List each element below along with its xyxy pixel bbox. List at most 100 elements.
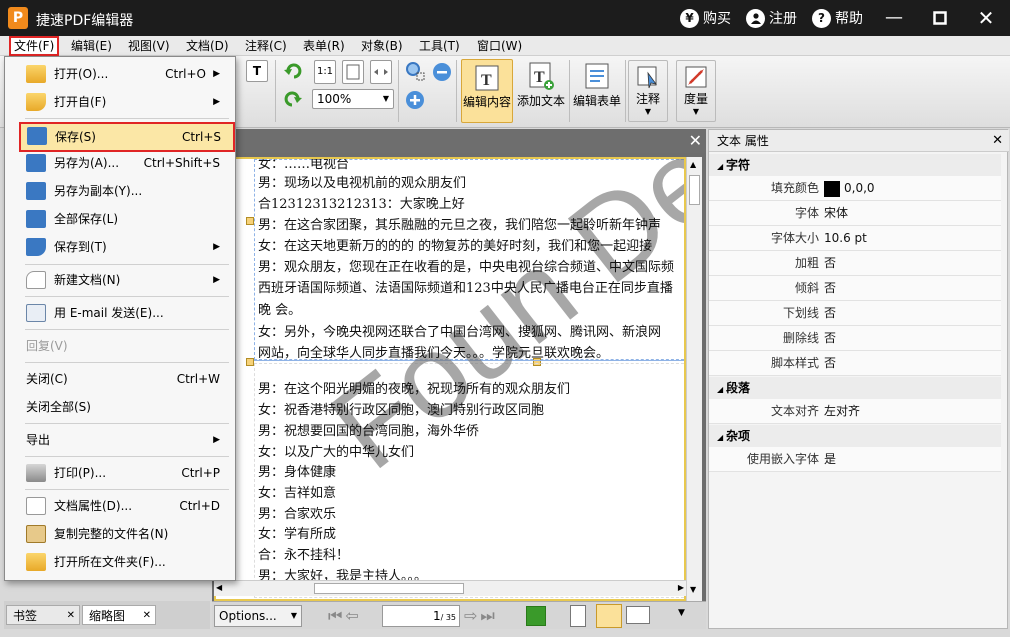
buy-link[interactable]: ¥ 购买 [680,8,731,28]
prop-strikethrough[interactable]: 删除线 否 [709,326,1001,351]
menu-save-copy[interactable]: 另存为副本(Y)... [6,178,234,204]
options-dropdown[interactable]: Options... ▼ [214,605,302,627]
menu-document-properties[interactable]: 文档属性(D)... Ctrl+D [6,493,234,519]
resize-handle[interactable] [246,358,254,366]
prop-bold[interactable]: 加粗 否 [709,251,1001,276]
zoom-select[interactable]: 100% ▼ [312,89,394,109]
prop-font-size[interactable]: 字体大小 10.6 pt [709,226,1001,251]
edit-content-icon: T [475,65,499,91]
section-character[interactable]: ◢ 字符 [709,154,1001,176]
measure-button[interactable]: 度量 ▼ [676,60,716,122]
menu-view[interactable]: 视图(V) [125,37,173,55]
scroll-up-icon[interactable]: ▲ [690,160,696,169]
menu-object[interactable]: 对象(B) [358,37,406,55]
menu-open-containing-folder[interactable]: 打开所在文件夹(F)... [6,549,234,575]
menu-close-all[interactable]: 关闭全部(S) [6,394,234,420]
doc-line: 男：合家欢乐 [258,507,337,522]
prop-underline[interactable]: 下划线 否 [709,301,1001,326]
zoom-in-marquee-button[interactable] [404,60,426,82]
document-properties-icon [26,497,46,515]
menu-file[interactable]: 文件(F) [9,36,60,56]
actual-size-button[interactable]: 1:1 [314,60,336,84]
prop-font[interactable]: 字体 宋体 [709,201,1001,226]
menu-window[interactable]: 窗口(W) [474,37,525,55]
prop-script-style[interactable]: 脚本样式 否 [709,351,1001,376]
chevron-down-icon[interactable]: ▼ [678,608,685,618]
edit-form-button[interactable]: 编辑表单 [571,62,623,109]
menu-open[interactable]: 打开(O)... Ctrl+O ▶ [6,61,234,87]
close-icon[interactable]: ✕ [143,606,151,626]
document-page[interactable]: Foun De 女：……电视台 男：现场以及电视机前的观众朋友们 合123123… [214,157,686,601]
prop-text-align[interactable]: 文本对齐 左对齐 [709,399,1001,424]
vertical-scroll-thumb[interactable] [689,175,700,205]
menu-copy-full-filename[interactable]: 复制完整的文件名(N) [6,521,234,547]
comment-button[interactable]: 注释 ▼ [628,60,668,122]
close-window-button[interactable]: ✕ [972,6,1000,30]
edit-form-label: 编辑表单 [572,94,621,108]
menu-comment[interactable]: 注释(C) [242,37,290,55]
close-icon[interactable]: ✕ [992,130,1003,152]
menu-new-document[interactable]: 新建文档(N) ▶ [6,267,234,293]
prop-value: 否 [824,331,837,345]
fit-width-button[interactable] [370,60,392,84]
menu-print[interactable]: 打印(P)... Ctrl+P [6,460,234,486]
continuous-view-icon[interactable] [596,604,622,628]
menu-edit[interactable]: 编辑(E) [68,37,115,55]
doc-line: 男：身体健康 [258,465,337,480]
doc-line: 女：另外，今晚央视网还联合了中国台湾网、搜狐网、腾讯网、新浪网 [258,325,662,340]
menu-save-all[interactable]: 全部保存(L) [6,206,234,232]
menu-open-from[interactable]: 打开自(F) ▶ [6,89,234,115]
tab-bookmarks[interactable]: 书签 ✕ [6,605,80,625]
menu-label: 打开自(F) [54,95,107,109]
prop-value: 是 [824,452,837,466]
nav-forward-icons[interactable]: ⇨⏭ [464,606,498,626]
text-select-tool[interactable]: T [246,60,268,82]
rotate-cw-button[interactable] [282,60,304,82]
page-number-input[interactable]: 1/ 35 [382,605,460,627]
new-document-icon [26,271,46,289]
add-text-button[interactable]: T 添加文本 [515,62,567,109]
two-page-view-icon[interactable] [626,606,650,624]
zoom-out-button[interactable] [431,61,453,83]
prop-embedded-font[interactable]: 使用嵌入字体 是 [709,447,1001,472]
menu-shortcut: Ctrl+D [179,499,220,513]
register-link[interactable]: 注册 [746,8,797,28]
menu-send-email[interactable]: 用 E-mail 发送(E)... [6,300,234,326]
menu-export[interactable]: 导出 ▶ [6,427,234,453]
chevron-down-icon: ▼ [644,107,652,116]
scroll-down-icon[interactable]: ▼ [690,585,696,594]
scroll-right-icon[interactable]: ▶ [678,583,684,592]
close-document-icon[interactable]: ✕ [689,131,702,150]
help-link[interactable]: ? 帮助 [812,8,863,28]
menu-form[interactable]: 表单(R) [300,37,348,55]
menu-save-as[interactable]: 另存为(A)... Ctrl+Shift+S [6,150,234,176]
color-swatch[interactable] [824,180,840,197]
resize-handle[interactable] [246,217,254,225]
scroll-left-icon[interactable]: ◀ [216,583,222,592]
single-page-view-icon[interactable] [570,605,586,627]
menu-close[interactable]: 关闭(C) Ctrl+W [6,366,234,392]
maximize-button[interactable] [926,6,954,30]
vertical-scrollbar[interactable]: ▲ ▼ [686,157,702,601]
menu-tools[interactable]: 工具(T) [416,37,463,55]
folder-add-icon [26,93,46,111]
menu-save-to[interactable]: 保存到(T) ▶ [6,234,234,260]
nav-back-icons[interactable]: ⏮⇦ [328,606,362,626]
section-paragraph[interactable]: ◢ 段落 [709,377,1001,399]
minimize-button[interactable]: — [880,6,908,30]
menu-save[interactable]: 保存(S) Ctrl+S [19,122,235,152]
zoom-in-button[interactable] [404,89,426,111]
tab-thumbnails[interactable]: 缩略图 ✕ [82,605,156,625]
page-action-icon[interactable] [526,606,546,626]
edit-content-button[interactable]: T 编辑内容 [461,59,513,123]
prop-fill-color[interactable]: 填充颜色 0,0,0 [709,176,1001,201]
menu-document[interactable]: 文档(D) [183,37,232,55]
horizontal-scrollbar[interactable]: ◀ ▶ [214,580,686,596]
fit-page-button[interactable] [342,60,364,84]
prop-italic[interactable]: 倾斜 否 [709,276,1001,301]
section-misc[interactable]: ◢ 杂项 [709,425,1001,447]
rotate-ccw-button[interactable] [282,88,304,110]
collapse-icon: ◢ [717,433,726,442]
horizontal-scroll-thumb[interactable] [314,583,464,594]
close-icon[interactable]: ✕ [67,606,75,626]
